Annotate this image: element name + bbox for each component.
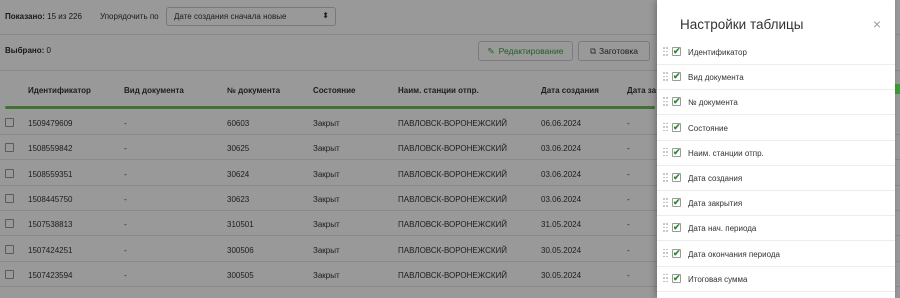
column-setting-item[interactable]: ✔ Вид документа — [657, 65, 895, 91]
drag-handle-icon[interactable] — [663, 72, 668, 81]
column-setting-item[interactable]: ✔ Наим. станции отпр. — [657, 141, 895, 166]
column-setting-item[interactable]: ✔ Состояние — [657, 116, 895, 141]
column-visible-checkbox[interactable]: ✔ — [672, 173, 681, 182]
drag-handle-icon[interactable] — [663, 47, 668, 56]
column-setting-item[interactable]: ✔ № документа — [657, 90, 895, 116]
column-setting-label: Дата закрытия — [688, 199, 743, 209]
drag-handle-icon[interactable] — [663, 273, 668, 283]
column-setting-label: № документа — [688, 98, 738, 108]
column-visible-checkbox[interactable]: ✔ — [672, 248, 681, 258]
column-setting-label: Итоговая сумма — [688, 274, 748, 284]
column-visible-checkbox[interactable]: ✔ — [672, 122, 681, 132]
column-setting-item[interactable]: ✔ Дата окончания периода — [657, 242, 895, 267]
table-settings-panel: Настройки таблицы × ✔ Идентификатор ✔ Вид д… — [657, 0, 895, 298]
drag-handle-icon[interactable] — [663, 122, 668, 132]
column-visible-checkbox[interactable]: ✔ — [672, 147, 681, 157]
column-setting-item[interactable]: ✔ Дата создания — [657, 166, 895, 191]
column-setting-label: Состояние — [688, 123, 728, 133]
column-setting-label: Вид документа — [688, 73, 744, 83]
column-setting-label: Дата нач. периода — [688, 224, 757, 234]
column-visible-checkbox[interactable]: ✔ — [672, 198, 681, 208]
edge-tab — [895, 84, 900, 94]
column-visible-checkbox[interactable]: ✔ — [672, 223, 681, 233]
column-setting-label: Дата окончания периода — [688, 249, 780, 259]
drag-handle-icon[interactable] — [663, 198, 668, 207]
drag-handle-icon[interactable] — [663, 97, 668, 106]
column-setting-label: Наим. станции отпр. — [688, 148, 764, 158]
column-setting-item[interactable]: ✔ Дата закрытия — [657, 191, 895, 217]
column-setting-item[interactable]: ✔ Дата нач. периода — [657, 216, 895, 242]
column-visible-checkbox[interactable]: ✔ — [672, 47, 681, 56]
column-visible-checkbox[interactable]: ✔ — [672, 97, 681, 107]
drag-handle-icon[interactable] — [663, 248, 668, 258]
column-setting-item[interactable]: ✔ Итоговая сумма — [657, 267, 895, 292]
column-visible-checkbox[interactable]: ✔ — [672, 273, 681, 283]
panel-title: Настройки таблицы — [680, 17, 804, 32]
column-visible-checkbox[interactable]: ✔ — [672, 72, 681, 82]
column-setting-label: Идентификатор — [688, 48, 747, 57]
column-setting-item[interactable]: ✔ Идентификатор — [657, 40, 895, 65]
close-icon[interactable]: × — [873, 16, 881, 32]
drag-handle-icon[interactable] — [663, 147, 668, 157]
column-setting-label: Дата создания — [688, 174, 743, 183]
drag-handle-icon[interactable] — [663, 173, 668, 182]
drag-handle-icon[interactable] — [663, 223, 668, 232]
